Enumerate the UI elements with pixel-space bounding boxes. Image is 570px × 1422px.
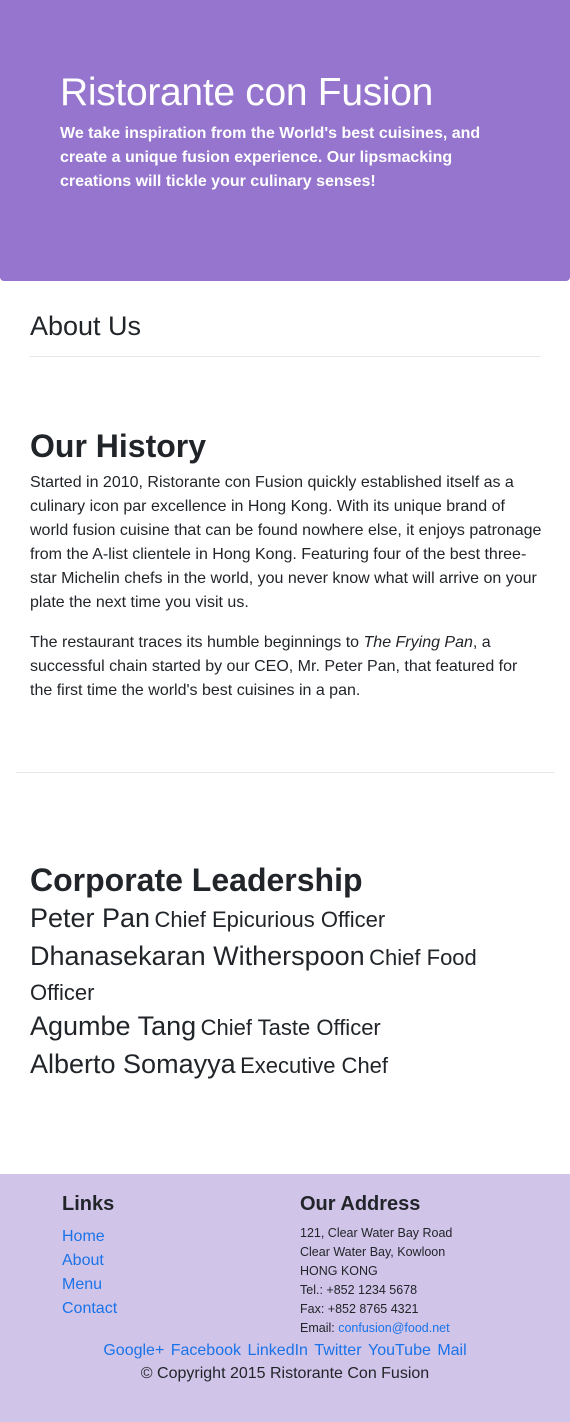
divider bbox=[16, 772, 554, 773]
list-item: Menu bbox=[62, 1273, 117, 1297]
leader-name: Alberto Somayya bbox=[30, 1049, 236, 1079]
leadership-title: Corporate Leadership bbox=[30, 862, 363, 898]
restaurant-description: We take inspiration from the World's bes… bbox=[60, 125, 481, 190]
list-item: Contact bbox=[62, 1297, 117, 1321]
phone-line: Tel.: +852 1234 5678 bbox=[300, 1283, 418, 1297]
leader-name: Peter Pan bbox=[30, 903, 151, 933]
leader-item: Dhanasekaran Witherspoon Chief Food Offi… bbox=[30, 940, 530, 1012]
address-line: HONG KONG bbox=[300, 1264, 378, 1278]
leader-item: Alberto Somayya Executive Chef bbox=[30, 1048, 530, 1085]
leader-role: Chief Taste Officer bbox=[200, 1015, 381, 1040]
jumbotron: Ristorante con Fusion We take inspiratio… bbox=[0, 0, 570, 281]
address-line: Clear Water Bay, Kowloon bbox=[300, 1245, 446, 1259]
history-italic-text: The Frying Pan bbox=[363, 634, 473, 651]
leader-name: Dhanasekaran Witherspoon bbox=[30, 941, 365, 971]
leader-item: Agumbe Tang Chief Taste Officer bbox=[30, 1010, 530, 1047]
address-block: 121, Clear Water Bay Road Clear Water Ba… bbox=[300, 1224, 452, 1338]
history-paragraph-1: Started in 2010, Ristorante con Fusion q… bbox=[30, 474, 542, 611]
address-line: 121, Clear Water Bay Road bbox=[300, 1226, 453, 1240]
links-heading: Links bbox=[62, 1193, 115, 1215]
about-link[interactable]: About bbox=[62, 1252, 104, 1269]
home-link[interactable]: Home bbox=[62, 1228, 105, 1245]
history-title: Our History bbox=[30, 428, 207, 464]
copyright: © Copyright 2015 Ristorante Con Fusion bbox=[140, 1365, 430, 1382]
leader-role: Chief Epicurious Officer bbox=[154, 907, 386, 932]
list-item: Home bbox=[62, 1225, 117, 1249]
menu-link[interactable]: Menu bbox=[62, 1276, 102, 1293]
list-item: About bbox=[62, 1249, 117, 1273]
page-title: About Us bbox=[30, 311, 142, 341]
restaurant-title: Ristorante con Fusion bbox=[60, 71, 434, 114]
twitter-link[interactable]: Twitter bbox=[314, 1342, 361, 1359]
leader-name: Agumbe Tang bbox=[30, 1011, 197, 1041]
email-line: Email: confusion@food.net bbox=[300, 1319, 452, 1338]
linkedin-link[interactable]: LinkedIn bbox=[247, 1342, 308, 1359]
email-label: Email: bbox=[300, 1321, 339, 1335]
fax-line: Fax: +852 8765 4321 bbox=[300, 1302, 419, 1316]
youtube-link[interactable]: YouTube bbox=[368, 1342, 431, 1359]
address-heading: Our Address bbox=[300, 1193, 421, 1215]
mail-link[interactable]: Mail bbox=[437, 1342, 466, 1359]
footer-links-list: Home About Menu Contact bbox=[62, 1225, 117, 1321]
google-plus-link[interactable]: Google+ bbox=[103, 1342, 164, 1359]
history-paragraph-2: The restaurant traces its humble beginni… bbox=[30, 631, 542, 703]
contact-link[interactable]: Contact bbox=[62, 1300, 117, 1317]
divider bbox=[30, 356, 540, 357]
history-text: The restaurant traces its humble beginni… bbox=[30, 634, 364, 651]
social-links: Google+ Facebook LinkedIn Twitter YouTub… bbox=[0, 1339, 570, 1363]
facebook-link[interactable]: Facebook bbox=[171, 1342, 241, 1359]
leader-item: Peter Pan Chief Epicurious Officer bbox=[30, 902, 530, 939]
email-link[interactable]: confusion@food.net bbox=[338, 1321, 449, 1335]
leader-role: Executive Chef bbox=[240, 1053, 389, 1078]
